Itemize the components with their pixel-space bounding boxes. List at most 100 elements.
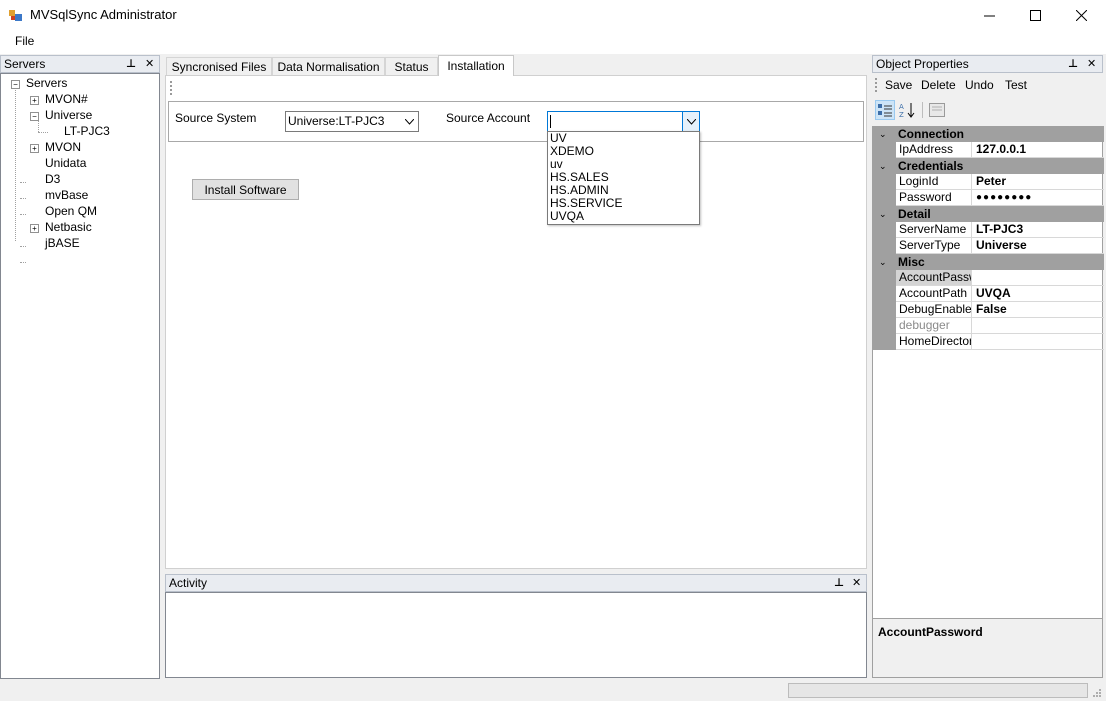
tab-data-normalisation[interactable]: Data Normalisation [272, 57, 385, 76]
property-value[interactable]: Peter [972, 174, 1104, 190]
test-button[interactable]: Test [1005, 78, 1027, 92]
servers-tree[interactable]: − Servers + MVON# − Universe LT-PJC3 + M… [0, 73, 160, 679]
toolstrip-grip [170, 81, 173, 95]
property-pages-icon[interactable] [927, 100, 947, 120]
property-row-password[interactable]: Password ●●●●●●●● [873, 190, 1104, 206]
tree-item-universe[interactable]: Universe [45, 108, 92, 122]
chevron-down-icon[interactable] [401, 112, 418, 131]
category-detail[interactable]: ⌄ Detail [873, 206, 1104, 222]
tab-syncronised-files[interactable]: Syncronised Files [166, 57, 272, 76]
svg-text:A: A [899, 103, 904, 111]
property-value[interactable] [972, 334, 1104, 350]
tree-item-netbasic[interactable]: Netbasic [45, 220, 92, 234]
close-icon[interactable]: ✕ [852, 576, 861, 589]
property-value[interactable]: UVQA [972, 286, 1104, 302]
properties-view-bar: AZ [872, 97, 1103, 123]
property-name: ServerType [896, 238, 972, 254]
properties-header-label: Object Properties [876, 57, 969, 71]
servers-header-label: Servers [4, 57, 46, 71]
property-row-homedirectory[interactable]: HomeDirectory [873, 334, 1104, 350]
property-name: HomeDirectory [896, 334, 972, 350]
property-row-accountpassword[interactable]: AccountPassword [873, 270, 1104, 286]
properties-toolbar: Save Delete Undo Test [872, 74, 1103, 96]
close-button[interactable] [1058, 0, 1104, 30]
toolbar-separator [922, 102, 923, 118]
minimize-button[interactable] [966, 0, 1012, 30]
property-name: debugger [896, 318, 972, 334]
activity-panel: Activity ⊥ ✕ [165, 574, 867, 678]
collapse-icon[interactable]: − [11, 80, 20, 89]
property-row-loginid[interactable]: LoginId Peter [873, 174, 1104, 190]
property-name: Password [896, 190, 972, 206]
tree-item-mvbase[interactable]: mvBase [45, 188, 88, 202]
property-value[interactable] [972, 318, 1104, 334]
expand-icon[interactable]: + [30, 224, 39, 233]
property-description-title: AccountPassword [878, 625, 983, 639]
menu-bar: File [0, 30, 1106, 54]
property-value[interactable]: ●●●●●●●● [972, 190, 1104, 206]
categorized-view-icon[interactable] [875, 100, 895, 120]
tree-root-servers[interactable]: Servers [26, 76, 67, 90]
expand-icon[interactable]: + [30, 144, 39, 153]
main-tab-strip: Syncronised Files Data Normalisation Sta… [165, 55, 867, 76]
property-value[interactable]: False [972, 302, 1104, 318]
dropdown-option[interactable]: UVQA [550, 210, 699, 223]
activity-header-label: Activity [169, 576, 208, 590]
tree-item-d3[interactable]: D3 [45, 172, 60, 186]
chevron-down-icon[interactable]: ⌄ [879, 206, 887, 222]
category-connection[interactable]: ⌄ Connection [873, 126, 1104, 142]
close-icon[interactable]: ✕ [1087, 57, 1096, 70]
delete-button[interactable]: Delete [921, 78, 956, 92]
tree-item-jbase[interactable]: jBASE [45, 236, 80, 250]
object-properties-panel: Object Properties ⊥ ✕ Save Delete Undo T… [872, 55, 1104, 679]
property-row-debugenabled[interactable]: DebugEnabled False [873, 302, 1104, 318]
pin-icon[interactable]: ⊥ [126, 57, 136, 70]
pin-icon[interactable]: ⊥ [1068, 57, 1078, 70]
category-misc[interactable]: ⌄ Misc [873, 254, 1104, 270]
collapse-icon[interactable]: − [30, 112, 39, 121]
menu-file[interactable]: File [15, 34, 34, 48]
tree-item-unidata[interactable]: Unidata [45, 156, 86, 170]
tree-item-mvon-hash[interactable]: MVON# [45, 92, 88, 106]
undo-button[interactable]: Undo [965, 78, 994, 92]
chevron-down-icon[interactable]: ⌄ [879, 254, 887, 270]
property-value[interactable]: 127.0.0.1 [972, 142, 1104, 158]
tree-item-open-qm[interactable]: Open QM [45, 204, 97, 218]
property-row-debugger[interactable]: debugger [873, 318, 1104, 334]
tab-status[interactable]: Status [385, 57, 438, 76]
title-bar: MVSqlSync Administrator [0, 0, 1106, 30]
category-credentials[interactable]: ⌄ Credentials [873, 158, 1104, 174]
activity-log[interactable] [165, 592, 867, 678]
save-button[interactable]: Save [885, 78, 912, 92]
property-value[interactable]: Universe [972, 238, 1104, 254]
source-account-dropdown[interactable]: UV XDEMO uv HS.SALES HS.ADMIN HS.SERVICE… [547, 131, 700, 225]
source-selection-box: Source System Universe:LT-PJC3 Source Ac… [168, 101, 864, 142]
maximize-button[interactable] [1012, 0, 1058, 30]
alphabetical-sort-icon[interactable]: AZ [898, 100, 918, 120]
tree-item-mvon[interactable]: MVON [45, 140, 81, 154]
chevron-down-icon[interactable] [682, 112, 699, 131]
property-description-pane: AccountPassword [872, 618, 1103, 678]
resize-grip-icon[interactable] [1092, 688, 1102, 698]
pin-icon[interactable]: ⊥ [834, 576, 844, 589]
category-label: Credentials [898, 159, 964, 173]
property-name: ServerName [896, 222, 972, 238]
dropdown-option[interactable]: XDEMO [550, 145, 699, 158]
tree-item-lt-pjc3[interactable]: LT-PJC3 [64, 124, 110, 138]
property-row-servertype[interactable]: ServerType Universe [873, 238, 1104, 254]
chevron-down-icon[interactable]: ⌄ [879, 126, 887, 142]
property-value[interactable]: LT-PJC3 [972, 222, 1104, 238]
source-system-combo[interactable]: Universe:LT-PJC3 [285, 111, 419, 132]
expand-icon[interactable]: + [30, 96, 39, 105]
source-account-combo[interactable] [547, 111, 700, 132]
property-row-accountpath[interactable]: AccountPath UVQA [873, 286, 1104, 302]
property-row-servername[interactable]: ServerName LT-PJC3 [873, 222, 1104, 238]
property-value[interactable] [972, 270, 1104, 286]
tab-installation[interactable]: Installation [438, 55, 514, 76]
install-software-button[interactable]: Install Software [192, 179, 299, 200]
properties-panel-header: Object Properties ⊥ ✕ [872, 55, 1103, 73]
chevron-down-icon[interactable]: ⌄ [879, 158, 887, 174]
close-icon[interactable]: ✕ [145, 57, 154, 70]
property-row-ipaddress[interactable]: IpAddress 127.0.0.1 [873, 142, 1104, 158]
installation-tab-page [165, 75, 867, 569]
